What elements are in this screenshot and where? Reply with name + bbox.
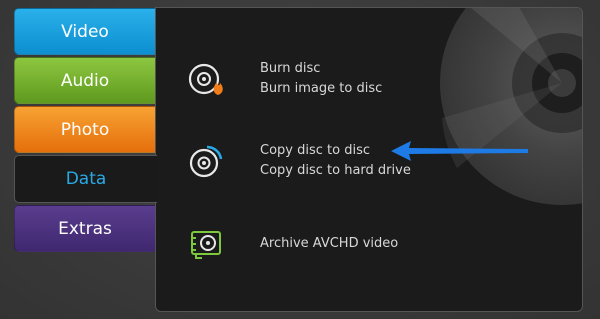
- tab-photo[interactable]: Photo: [14, 106, 156, 153]
- tab-video-label: Video: [61, 21, 109, 42]
- archive-avchd-icon: [186, 223, 228, 265]
- copy-disc-icon: [186, 140, 228, 182]
- archive-avchd-link[interactable]: Archive AVCHD video: [260, 234, 398, 254]
- annotation-arrow-icon: [391, 141, 528, 161]
- tab-extras[interactable]: Extras: [14, 205, 156, 252]
- tab-photo-label: Photo: [60, 119, 110, 140]
- tab-video[interactable]: Video: [14, 8, 156, 55]
- tab-data-label: Data: [65, 169, 107, 189]
- burn-image-link[interactable]: Burn image to disc: [260, 79, 382, 99]
- app-window: Video Audio Photo Data Extras Burn disc …: [0, 0, 600, 319]
- archive-section: Archive AVCHD video: [186, 223, 398, 265]
- tab-data[interactable]: Data: [14, 155, 157, 203]
- burn-disc-icon: [186, 58, 228, 100]
- copy-section: Copy disc to disc Copy disc to hard driv…: [186, 140, 411, 182]
- tab-audio[interactable]: Audio: [14, 57, 156, 104]
- decorative-disc-icon: [440, 8, 582, 205]
- burn-section: Burn disc Burn image to disc: [186, 58, 382, 100]
- tab-audio-label: Audio: [60, 70, 110, 91]
- burn-disc-link[interactable]: Burn disc: [260, 59, 382, 79]
- tab-extras-label: Extras: [58, 218, 112, 239]
